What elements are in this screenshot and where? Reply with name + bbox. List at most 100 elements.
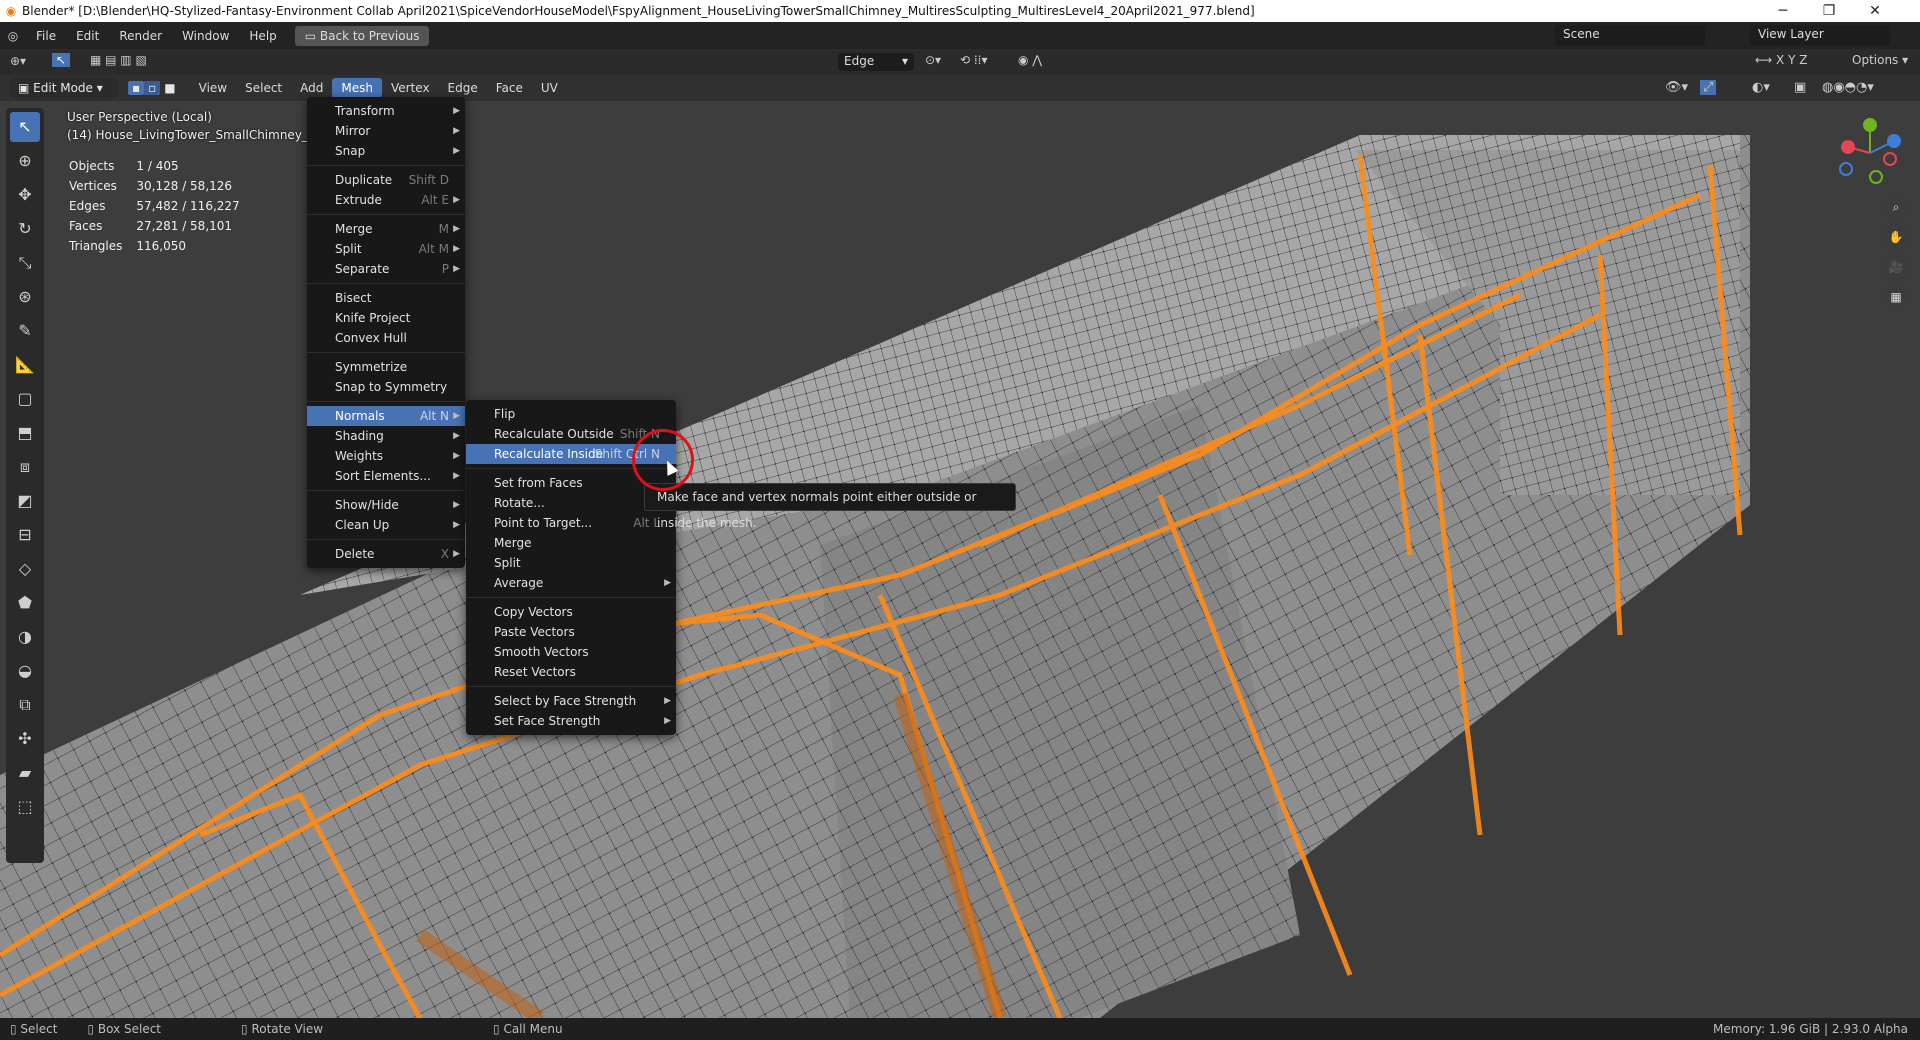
navigation-gizmo[interactable] [1830, 113, 1910, 193]
view-layer-selector[interactable]: View Layer [1750, 25, 1890, 46]
spin-tool-icon[interactable]: ◑ [10, 622, 40, 652]
poly-build-tool-icon[interactable]: ⬟ [10, 588, 40, 618]
camera-icon[interactable]: 🎥 [1882, 253, 1910, 281]
normals-menu-item-flip[interactable]: Flip [466, 404, 676, 424]
transform-tool-icon[interactable]: ⊛ [10, 282, 40, 312]
add-cube-tool-icon[interactable]: ▢ [10, 384, 40, 414]
gizmo-toggle-icon[interactable]: ⤢ [1700, 80, 1717, 95]
move-tool-icon[interactable]: ✥ [10, 180, 40, 210]
mesh-menu-item-weights[interactable]: Weights ▶ [307, 446, 465, 466]
mesh-menu-item-duplicate[interactable]: Duplicate Shift D [307, 170, 465, 190]
menu-add[interactable]: Add [291, 78, 332, 98]
measure-tool-icon[interactable]: 📐 [10, 350, 40, 380]
annotate-tool-icon[interactable]: ✎ [10, 316, 40, 346]
normals-menu-item-paste-vectors[interactable]: Paste Vectors [466, 622, 676, 642]
mesh-menu-item-split[interactable]: Split Alt M ▶ [307, 239, 465, 259]
inset-tool-icon[interactable]: ⧈ [10, 452, 40, 482]
snap-icon[interactable]: ⟲ ⁞⁞▾ [960, 53, 988, 67]
editor-type-icon[interactable]: ⊕▾ [10, 54, 26, 68]
minimize-button[interactable]: ─ [1760, 0, 1806, 22]
face-select-mode-icon[interactable]: ■ [160, 81, 179, 95]
menu-edge[interactable]: Edge [439, 78, 487, 98]
back-to-previous-button[interactable]: ▭ Back to Previous [294, 25, 430, 46]
knife-tool-icon[interactable]: ◇ [10, 554, 40, 584]
xray-icon[interactable]: ▣ [1794, 80, 1806, 95]
rip-tool-icon[interactable]: ⬚ [10, 792, 40, 822]
gizmo-z-axis[interactable] [1887, 134, 1901, 148]
vertex-select-mode-icon[interactable]: ▪ [128, 81, 145, 95]
menu-edit[interactable]: Edit [66, 29, 109, 43]
normals-menu-item-average[interactable]: Average ▶ [466, 573, 676, 593]
mesh-menu-item-delete[interactable]: Delete X ▶ [307, 544, 465, 564]
mesh-menu-item-transform[interactable]: Transform ▶ [307, 101, 465, 121]
mesh-menu-item-normals[interactable]: Normals Alt N ▶ [307, 406, 465, 426]
overlays-icon[interactable]: ◐▾ [1752, 80, 1770, 95]
pan-hand-icon[interactable]: ✋ [1882, 223, 1910, 251]
mesh-menu-item-convex-hull[interactable]: Convex Hull [307, 328, 465, 348]
3d-viewport[interactable]: ▣ Edit Mode ▾ ▪ ▫ ■ View Select Add Mesh… [0, 75, 1920, 1018]
shrink-fatten-tool-icon[interactable]: ✣ [10, 724, 40, 754]
proportional-edit-icon[interactable]: ◉ ⋀ [1018, 53, 1042, 67]
menu-window[interactable]: Window [172, 29, 239, 43]
restore-button[interactable]: ❐ [1806, 0, 1852, 22]
axis-y[interactable]: Y [1788, 53, 1795, 67]
mesh-menu-item-separate[interactable]: Separate P ▶ [307, 259, 465, 279]
select-box-tool-icon[interactable]: ↖ [10, 112, 40, 142]
axis-z[interactable]: Z [1799, 53, 1807, 67]
menu-select[interactable]: Select [236, 78, 291, 98]
edge-slide-tool-icon[interactable]: ⧉ [10, 690, 40, 720]
menu-render[interactable]: Render [109, 29, 172, 43]
mesh-menu-item-mirror[interactable]: Mirror ▶ [307, 121, 465, 141]
menu-file[interactable]: File [26, 29, 66, 43]
mesh-menu-item-sort-elements[interactable]: Sort Elements... ▶ [307, 466, 465, 486]
mesh-menu-item-symmetrize[interactable]: Symmetrize [307, 357, 465, 377]
loop-cut-tool-icon[interactable]: ⊟ [10, 520, 40, 550]
normals-menu-item-copy-vectors[interactable]: Copy Vectors [466, 602, 676, 622]
smooth-tool-icon[interactable]: ◒ [10, 656, 40, 686]
edge-select-mode-icon[interactable]: ▫ [144, 81, 161, 95]
mesh-menu-item-bisect[interactable]: Bisect [307, 288, 465, 308]
visibility-icon[interactable]: 👁▾ [1665, 80, 1688, 95]
normals-menu-item-point-to-target[interactable]: Point to Target... Alt L [466, 513, 676, 533]
grid-view-icon[interactable]: ▦ [1882, 283, 1910, 311]
shear-tool-icon[interactable]: ▰ [10, 758, 40, 788]
menu-view[interactable]: View [190, 78, 236, 98]
mesh-menu-item-shading[interactable]: Shading ▶ [307, 426, 465, 446]
menu-vertex[interactable]: Vertex [382, 78, 439, 98]
menu-mesh[interactable]: Mesh [332, 78, 382, 98]
shading-mode-icons[interactable]: ◍◉◓◔▾ [1822, 80, 1874, 95]
mirror-axis-icons[interactable]: ⟷ X Y Z [1755, 53, 1808, 67]
bevel-tool-icon[interactable]: ◩ [10, 486, 40, 516]
select-tool-icon[interactable]: ↖ [52, 53, 71, 67]
mesh-menu-item-clean-up[interactable]: Clean Up ▶ [307, 515, 465, 535]
extrude-tool-icon[interactable]: ⬒ [10, 418, 40, 448]
mesh-menu-item-snap-to-symmetry[interactable]: Snap to Symmetry [307, 377, 465, 397]
mesh-menu-item-knife-project[interactable]: Knife Project [307, 308, 465, 328]
blender-menu-icon[interactable]: ◎ [0, 29, 26, 43]
normals-menu-item-smooth-vectors[interactable]: Smooth Vectors [466, 642, 676, 662]
axis-x[interactable]: X [1776, 53, 1784, 67]
normals-menu-item-merge[interactable]: Merge [466, 533, 676, 553]
mesh-menu-item-extrude[interactable]: Extrude Alt E ▶ [307, 190, 465, 210]
edge-mode-dropdown[interactable]: Edge ▾ [838, 53, 914, 71]
pivot-icon[interactable]: ⊙▾ [925, 53, 941, 67]
mesh-menu-item-show-hide[interactable]: Show/Hide ▶ [307, 495, 465, 515]
gizmo-y-axis[interactable] [1863, 118, 1877, 132]
cursor-tool-icon[interactable]: ⊕ [10, 146, 40, 176]
menu-face[interactable]: Face [487, 78, 532, 98]
normals-menu-item-set-face-strength[interactable]: Set Face Strength ▶ [466, 711, 676, 731]
mesh-menu-item-merge[interactable]: Merge M ▶ [307, 219, 465, 239]
close-button[interactable]: ✕ [1852, 0, 1898, 22]
zoom-icon[interactable]: ⌕ [1882, 193, 1910, 221]
options-dropdown[interactable]: Options ▾ [1852, 53, 1908, 67]
mesh-render[interactable] [0, 75, 1920, 1018]
edit-mode-selector[interactable]: ▣ Edit Mode ▾ [10, 78, 118, 98]
normals-menu-item-reset-vectors[interactable]: Reset Vectors [466, 662, 676, 682]
scene-selector[interactable]: Scene [1555, 25, 1705, 46]
menu-uv[interactable]: UV [532, 78, 567, 98]
gizmo-x-axis[interactable] [1841, 140, 1855, 154]
select-box-mode-icons[interactable]: ▦ ▤ ▥ ▧ [90, 53, 147, 67]
normals-menu-item-select-by-face-strength[interactable]: Select by Face Strength ▶ [466, 691, 676, 711]
mesh-menu-item-snap[interactable]: Snap ▶ [307, 141, 465, 161]
scale-tool-icon[interactable]: ⤡ [10, 248, 40, 278]
